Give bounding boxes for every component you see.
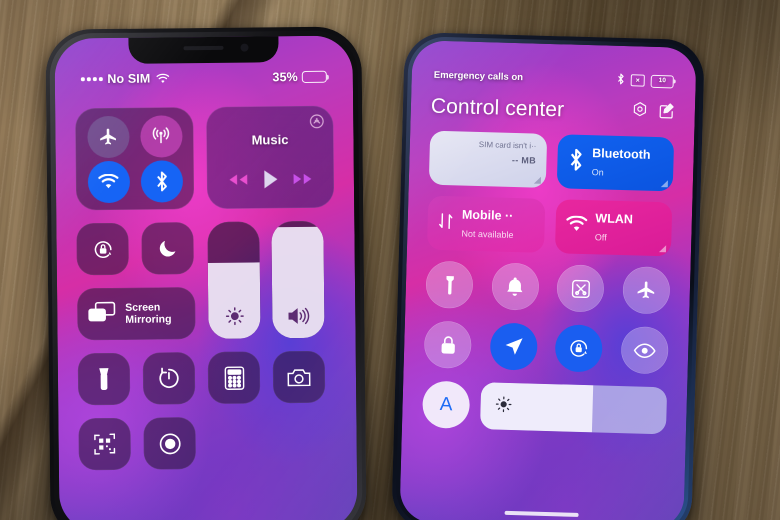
cc-top-row: Music xyxy=(75,105,335,211)
ios-control-center: Music Screen Mirroring xyxy=(55,91,358,520)
cc-shortcuts-row-2 xyxy=(78,416,337,471)
circle-toggles-row-2 xyxy=(423,320,669,375)
play-icon[interactable] xyxy=(262,169,279,194)
xiaomi-screen: Emergency calls on × 10 Control center S… xyxy=(399,40,697,520)
battery-level-label: 10 xyxy=(658,76,666,84)
expand-corner-icon[interactable] xyxy=(658,245,667,253)
status-icons: × 10 xyxy=(617,72,674,89)
settings-hex-icon[interactable] xyxy=(632,101,649,123)
music-widget[interactable]: Music xyxy=(206,105,335,209)
circle-toggles-row-1 xyxy=(425,260,671,315)
photo-scene: No SIM 35% Music Screen Mirroring Emerge… xyxy=(0,0,780,520)
earpiece-speaker xyxy=(183,45,224,51)
edit-pencil-icon[interactable] xyxy=(659,102,676,124)
rotation-lock-button[interactable] xyxy=(76,222,129,276)
screen-mirroring-label: Screen Mirroring xyxy=(125,301,172,326)
sun-icon xyxy=(494,395,513,418)
ios-status-bar: No SIM 35% xyxy=(55,67,353,88)
airplane-mode-button[interactable] xyxy=(86,115,130,158)
calculator-button[interactable] xyxy=(207,351,261,404)
wifi-icon xyxy=(156,73,170,84)
sim-tile-line2: -- MB xyxy=(511,154,537,166)
wlan-tile-icon xyxy=(565,215,588,238)
wlan-tile-text: WLAN Off xyxy=(594,211,634,243)
reading-mode-toggle[interactable] xyxy=(620,326,669,375)
do-not-disturb-button[interactable] xyxy=(141,222,194,275)
auto-brightness-button[interactable]: A xyxy=(421,380,471,429)
brightness-sun-icon xyxy=(208,305,260,327)
screen-mirroring-button[interactable]: Screen Mirroring xyxy=(77,287,196,341)
bluetooth-button[interactable] xyxy=(140,159,183,203)
volume-slider[interactable] xyxy=(271,220,325,339)
battery-percent-label: 35% xyxy=(272,70,298,85)
brightness-fill xyxy=(207,262,261,339)
bluetooth-icon xyxy=(617,72,625,87)
airplane-mode-toggle[interactable] xyxy=(622,266,671,315)
screen-record-button[interactable] xyxy=(143,417,196,470)
timer-button[interactable] xyxy=(142,352,196,405)
sim-tile-line1: SIM card isn't i·· xyxy=(478,140,537,151)
mobile-data-tile[interactable]: Mobile ·· Not available xyxy=(426,195,545,253)
no-sim-icon: × xyxy=(630,74,645,87)
qr-scanner-button[interactable] xyxy=(78,417,131,471)
big-tiles-row-1: SIM card isn't i·· -- MB Bluetooth On xyxy=(428,130,675,192)
rewind-icon[interactable] xyxy=(227,173,249,192)
miui-control-center: Control center SIM card isn't i·· -- MB xyxy=(399,86,695,520)
sim-card-tile[interactable]: SIM card isn't i·· -- MB xyxy=(428,130,547,188)
front-camera xyxy=(240,43,249,52)
bluetooth-tile[interactable]: Bluetooth On xyxy=(556,134,675,192)
brightness-slider[interactable] xyxy=(207,221,261,339)
volume-speaker-icon xyxy=(272,306,324,327)
screenshot-toggle[interactable] xyxy=(556,264,605,313)
cc-middle-row: Screen Mirroring xyxy=(76,220,335,341)
brightness-row: A xyxy=(421,380,668,435)
xiaomi-device: Emergency calls on × 10 Control center S… xyxy=(391,31,705,520)
silent-mode-toggle[interactable] xyxy=(490,262,540,311)
cellular-data-button[interactable] xyxy=(139,114,183,158)
control-center-header: Control center xyxy=(431,95,676,126)
camera-button[interactable] xyxy=(272,350,326,404)
wifi-button[interactable] xyxy=(87,160,130,203)
iphone-screen: No SIM 35% Music Screen Mirroring xyxy=(54,35,358,520)
wlan-tile[interactable]: WLAN Off xyxy=(554,199,673,257)
fast-forward-icon[interactable] xyxy=(291,172,313,191)
battery-icon xyxy=(301,70,327,83)
screen-mirroring-icon xyxy=(87,299,117,328)
lock-toggle[interactable] xyxy=(423,320,472,369)
mobile-data-icon xyxy=(437,209,454,236)
battery-icon: 10 xyxy=(650,74,674,88)
iphone-device: No SIM 35% Music Screen Mirroring xyxy=(45,26,367,520)
emergency-calls-label: Emergency calls on xyxy=(433,69,524,83)
page-title: Control center xyxy=(430,94,565,122)
carrier-label: No SIM xyxy=(107,71,151,87)
expand-corner-icon[interactable] xyxy=(660,180,668,188)
mobile-data-text: Mobile ·· Not available xyxy=(461,207,514,241)
cc-shortcuts-row-1 xyxy=(77,350,337,406)
cc-sliders xyxy=(207,220,325,339)
music-controls xyxy=(207,169,334,195)
brightness-slider[interactable] xyxy=(479,382,668,435)
music-title: Music xyxy=(251,132,289,148)
flashlight-button[interactable] xyxy=(77,352,131,406)
location-toggle[interactable] xyxy=(489,322,538,371)
big-tiles-row-2: Mobile ·· Not available WLAN Off xyxy=(426,195,673,257)
auto-rotate-toggle[interactable] xyxy=(554,324,604,373)
iphone-notch xyxy=(128,35,279,64)
bluetooth-tile-icon xyxy=(567,147,585,176)
bluetooth-tile-text: Bluetooth On xyxy=(591,146,651,178)
flashlight-toggle[interactable] xyxy=(425,260,474,309)
battery-indicator: 35% xyxy=(272,70,327,85)
signal-dots-icon xyxy=(80,77,103,82)
expand-corner-icon[interactable] xyxy=(533,176,541,184)
airplay-icon[interactable] xyxy=(309,114,324,134)
connectivity-module[interactable] xyxy=(75,107,195,211)
